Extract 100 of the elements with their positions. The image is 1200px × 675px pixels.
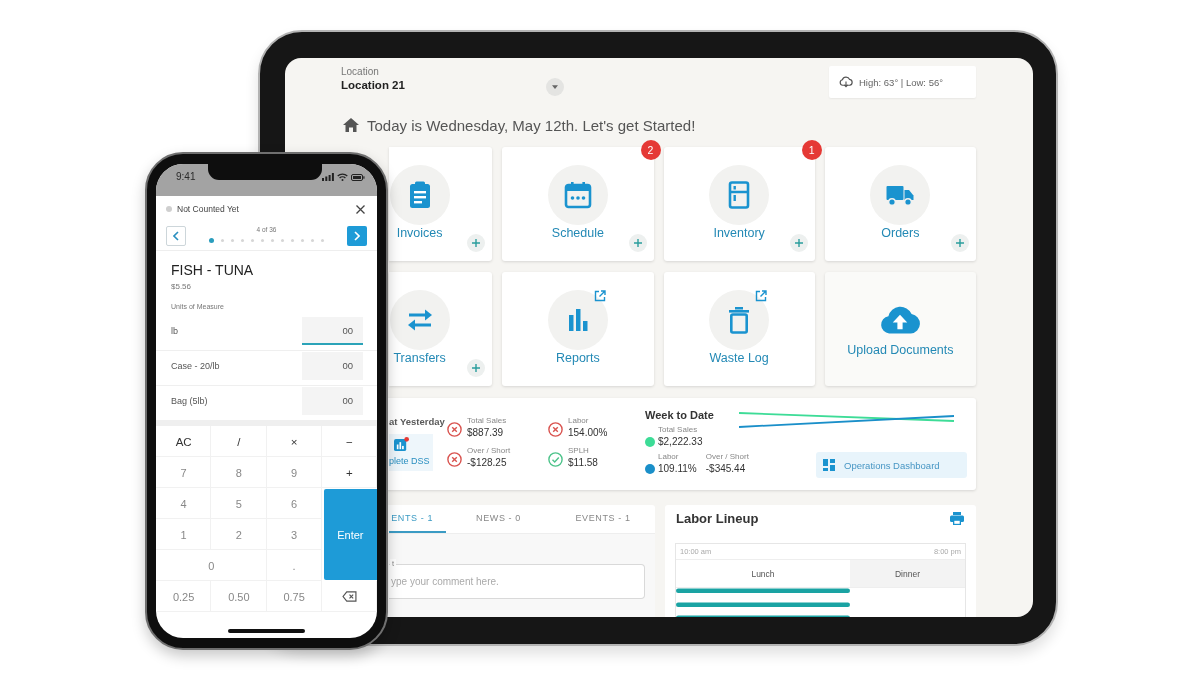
count-status: Not Counted Yet <box>177 204 239 214</box>
module-tile[interactable]: Transfers <box>389 272 493 386</box>
metric-value: 154.00% <box>568 426 608 440</box>
status-time: 9:41 <box>176 171 196 183</box>
comment-field[interactable]: ype your comment here. <box>389 564 645 599</box>
plus-icon <box>956 239 964 247</box>
metric-label: Labor <box>658 451 679 462</box>
metric-value: $2,222.33 <box>658 435 703 449</box>
metric-label: Over / Short <box>705 451 749 462</box>
section-title: at Yesterday <box>389 415 445 428</box>
truck-icon <box>870 165 931 225</box>
external-link-icon[interactable] <box>593 290 606 302</box>
refrigerator-icon <box>709 165 770 225</box>
metric-label: SPLH <box>568 445 590 456</box>
next-button[interactable] <box>347 226 367 246</box>
keypad-key[interactable]: . <box>266 550 322 581</box>
dashboard-icon <box>823 459 835 471</box>
metric-value: -$345.44 <box>705 462 746 476</box>
keypad-key[interactable]: 6 <box>266 488 322 519</box>
add-button[interactable] <box>467 359 486 377</box>
unit-label: Bag (5lb) <box>171 395 208 408</box>
chevron-left-icon <box>173 231 179 241</box>
location-label: Location <box>341 66 379 78</box>
dss-button[interactable]: plete DSS <box>389 434 433 471</box>
section-title: Week to Date <box>645 408 714 422</box>
module-tile[interactable]: Invoices <box>389 147 493 261</box>
metric-value: -$128.25 <box>467 456 508 470</box>
card-title: Labor Lineup <box>676 511 759 526</box>
keypad-key[interactable]: + <box>321 457 377 488</box>
keypad-key[interactable]: 0.25 <box>156 581 212 612</box>
keypad-key[interactable]: AC <box>156 426 212 457</box>
plus-icon <box>633 239 642 247</box>
backspace-key[interactable] <box>321 581 377 612</box>
close-icon[interactable] <box>356 204 365 214</box>
module-tile[interactable]: Reports <box>502 272 654 386</box>
external-link-icon[interactable] <box>755 290 768 302</box>
unit-label: lb <box>171 325 178 338</box>
keypad-key[interactable]: / <box>211 426 267 457</box>
count-badge: 1 <box>801 140 822 160</box>
signal-icon <box>322 173 334 181</box>
shift-tab[interactable]: Dinner <box>850 560 965 588</box>
enter-key[interactable]: Enter <box>323 489 377 580</box>
keypad-key[interactable]: 0 <box>156 550 267 581</box>
keypad-key[interactable]: 5 <box>211 488 267 519</box>
keypad-key[interactable]: 7 <box>156 457 212 488</box>
keypad-key[interactable]: 0.75 <box>266 581 322 612</box>
metric-label: Over / Short <box>467 445 511 456</box>
trash-icon <box>709 290 770 350</box>
plus-icon <box>794 239 803 247</box>
keypad-key[interactable]: 0.50 <box>211 581 267 612</box>
chevron-right-icon <box>354 231 360 241</box>
caret-icon <box>552 85 558 89</box>
chart-alert-icon <box>394 437 409 452</box>
keypad-key[interactable]: 4 <box>156 488 212 519</box>
metric-label: Total Sales <box>658 424 698 435</box>
metric-label: Total Sales <box>467 415 507 426</box>
add-button[interactable] <box>467 234 486 252</box>
quantity-field[interactable]: 00 <box>302 387 363 415</box>
keypad-key[interactable]: 2 <box>211 519 267 550</box>
keypad-key[interactable]: 8 <box>211 457 267 488</box>
home-icon <box>343 118 359 132</box>
metric-label: Labor <box>568 415 590 426</box>
unit-label: Case - 20/lb <box>171 360 220 373</box>
greeting-text: Today is Wednesday, May 12th. Let's get Started! <box>367 116 696 134</box>
feed-tab[interactable]: NEWS - 0 <box>446 505 551 533</box>
feed-tab[interactable]: EVENTS - 1 <box>551 505 655 533</box>
module-tile[interactable]: Waste Log <box>663 272 815 386</box>
swap-arrows-icon <box>389 290 450 350</box>
metric-value: 109.11% <box>658 462 697 476</box>
add-button[interactable] <box>789 234 808 252</box>
keypad-key[interactable]: 3 <box>266 519 322 550</box>
metric-value: $887.39 <box>467 426 505 440</box>
plus-icon <box>472 239 481 247</box>
calendar-icon <box>547 165 608 225</box>
backspace-icon <box>341 591 357 602</box>
count-badge: 2 <box>640 140 661 160</box>
operations-dashboard-button[interactable]: Operations Dashboard <box>816 452 967 478</box>
module-tile[interactable]: Upload Documents <box>824 272 976 386</box>
wifi-icon <box>337 173 348 181</box>
keypad-key[interactable]: 9 <box>266 457 322 488</box>
keypad-key[interactable]: × <box>266 426 322 457</box>
battery-icon <box>351 173 365 181</box>
weather-text: High: 63° | Low: 56° <box>859 76 943 88</box>
item-name: FISH - TUNA <box>171 262 254 278</box>
status-dot-icon <box>166 206 172 212</box>
clipboard-icon <box>389 165 450 225</box>
dropdown-button[interactable] <box>546 78 564 96</box>
quantity-field[interactable]: 00 <box>302 352 363 380</box>
add-button[interactable] <box>951 234 969 252</box>
add-button[interactable] <box>628 234 647 252</box>
print-icon[interactable] <box>950 512 964 525</box>
keypad-key[interactable]: − <box>321 426 377 457</box>
item-price: $5.56 <box>171 281 192 292</box>
location-name: Location 21 <box>341 78 405 93</box>
quantity-field[interactable]: 00 <box>302 317 363 345</box>
cloud-icon <box>839 76 853 88</box>
module-tile[interactable]: Orders <box>824 147 976 261</box>
keypad-key[interactable]: 1 <box>156 519 212 550</box>
plus-icon <box>472 364 481 372</box>
previous-button[interactable] <box>166 226 186 246</box>
